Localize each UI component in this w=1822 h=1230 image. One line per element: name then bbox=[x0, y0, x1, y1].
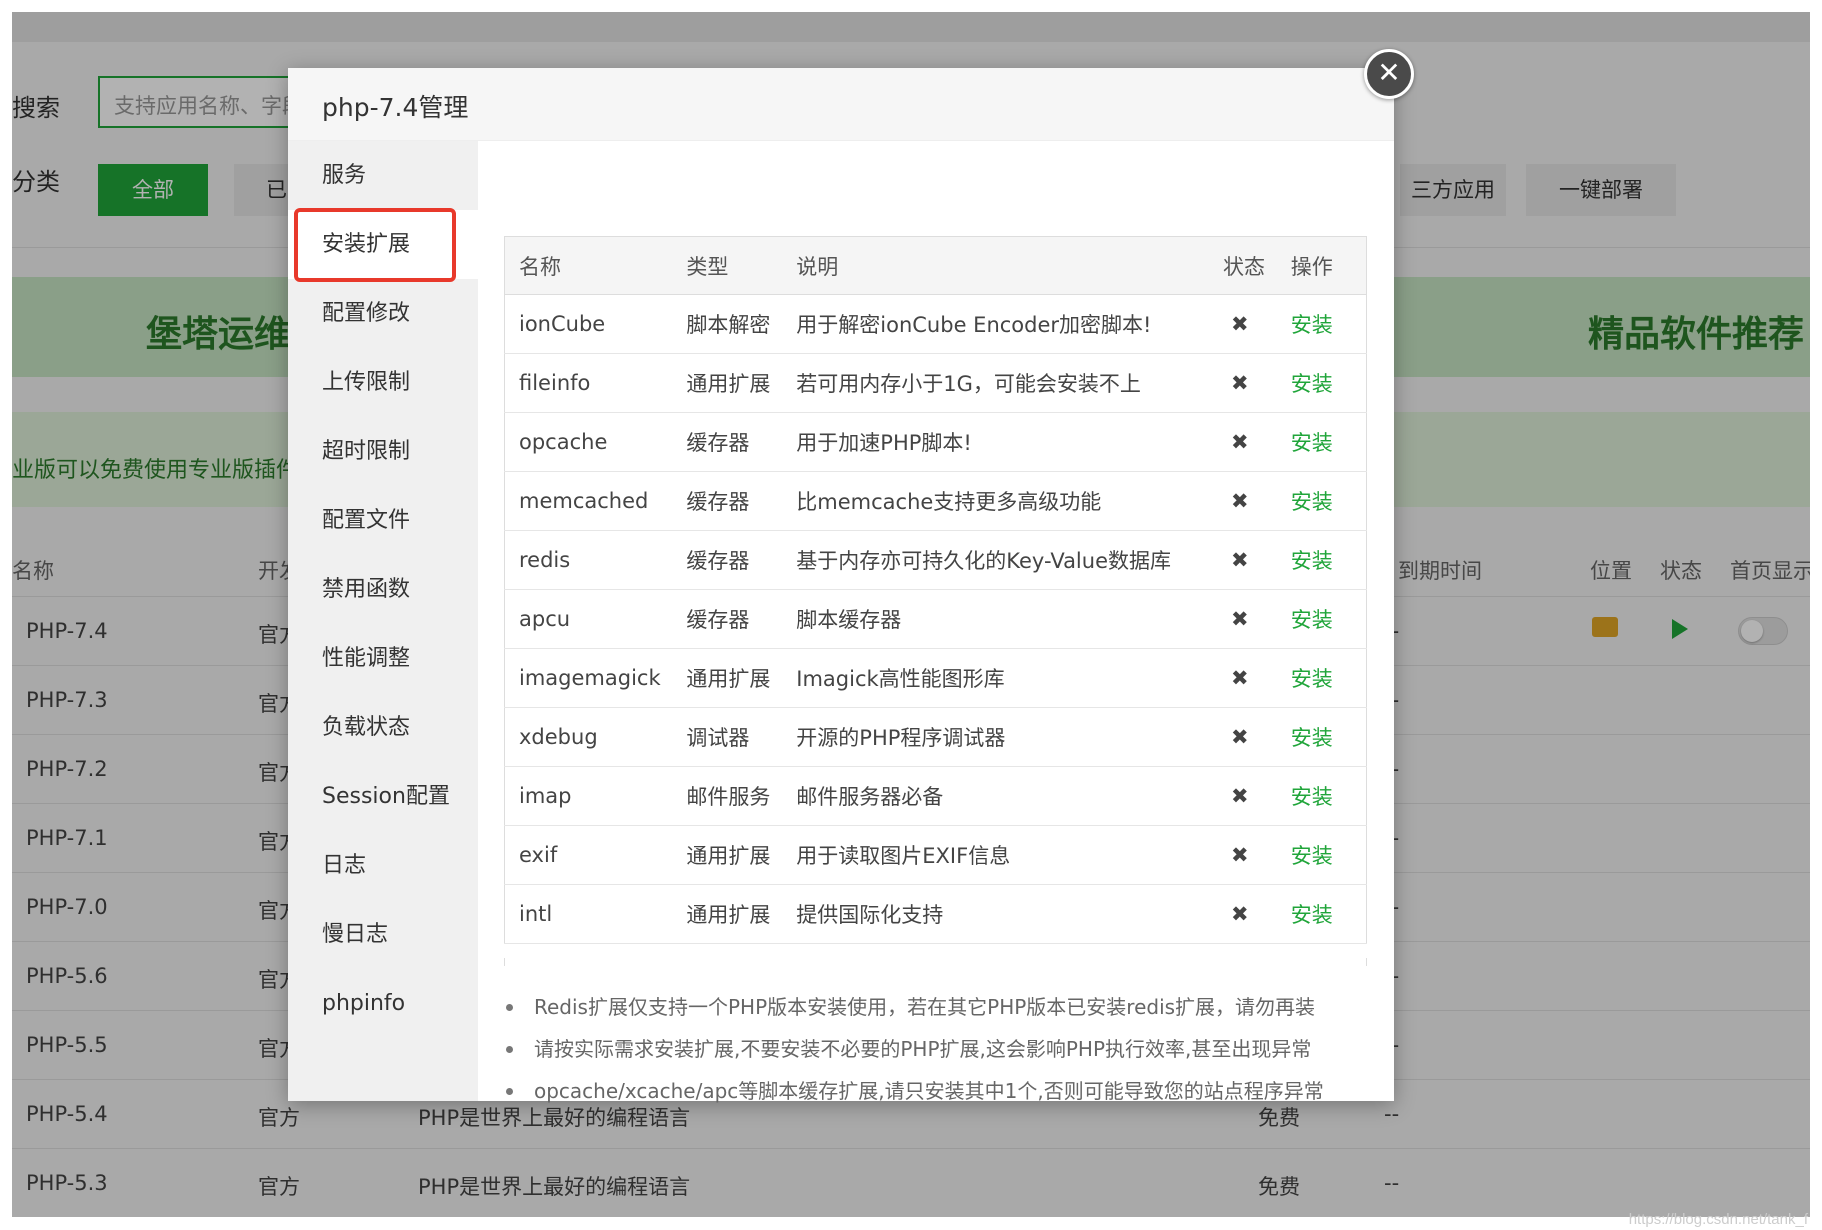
ext-name: memcached bbox=[504, 471, 673, 531]
close-icon[interactable]: ✕ bbox=[1364, 49, 1414, 99]
sidebar-item-load-status[interactable]: 负载状态 bbox=[288, 693, 478, 762]
install-button[interactable]: 安装 bbox=[1291, 785, 1333, 809]
not-installed-icon: ✖ bbox=[1208, 648, 1277, 708]
column-header-type: 类型 bbox=[672, 236, 783, 295]
ext-description: 若可用内存小于1G，可能会安装不上 bbox=[782, 353, 1209, 413]
not-installed-icon: ✖ bbox=[1208, 294, 1277, 354]
ext-name: opcache bbox=[504, 412, 673, 472]
table-row: fileinfo 通用扩展 若可用内存小于1G，可能会安装不上 ✖ 安装 bbox=[504, 353, 1367, 413]
install-button[interactable]: 安装 bbox=[1291, 490, 1333, 514]
not-installed-icon: ✖ bbox=[1208, 707, 1277, 767]
not-installed-icon: ✖ bbox=[1208, 471, 1277, 531]
ext-description: 比memcache支持更多高级功能 bbox=[782, 471, 1209, 531]
sidebar-item-service[interactable]: 服务 bbox=[288, 141, 478, 210]
ext-description: 开源的PHP程序调试器 bbox=[782, 707, 1209, 767]
modal-sidebar: 服务 安装扩展 配置修改 上传限制 超时限制 配置文件 禁用函数 性能调整 负载… bbox=[288, 141, 478, 1101]
ext-name: ionCube bbox=[504, 294, 673, 354]
sidebar-item-session-config[interactable]: Session配置 bbox=[288, 762, 478, 831]
ext-name: apcu bbox=[504, 589, 673, 649]
table-row: apcu 缓存器 脚本缓存器 ✖ 安装 bbox=[504, 589, 1367, 649]
install-button[interactable]: 安装 bbox=[1291, 844, 1333, 868]
ext-description: 用于读取图片EXIF信息 bbox=[782, 825, 1209, 885]
ext-description: 用于加速PHP脚本! bbox=[782, 412, 1209, 472]
table-row: opcache 缓存器 用于加速PHP脚本! ✖ 安装 bbox=[504, 412, 1367, 472]
table-row: ionCube 脚本解密 用于解密ionCube Encoder加密脚本! ✖ … bbox=[504, 294, 1367, 354]
ext-type: 缓存器 bbox=[672, 412, 783, 472]
ext-description: 脚本缓存器 bbox=[782, 589, 1209, 649]
install-button[interactable]: 安装 bbox=[1291, 431, 1333, 455]
ext-name: exif bbox=[504, 825, 673, 885]
table-row: xdebug 调试器 开源的PHP程序调试器 ✖ 安装 bbox=[504, 707, 1367, 767]
extensions-table: 名称 类型 说明 状态 操作 ionCube 脚本解密 用于解密ionCube … bbox=[504, 236, 1367, 944]
table-row: memcached 缓存器 比memcache支持更多高级功能 ✖ 安装 bbox=[504, 471, 1367, 531]
sidebar-item-log[interactable]: 日志 bbox=[288, 831, 478, 900]
tip-item: opcache/xcache/apc等脚本缓存扩展,请只安装其中1个,否则可能导… bbox=[504, 1070, 1374, 1112]
tips-list: Redis扩展仅支持一个PHP版本安装使用，若在其它PHP版本已安装redis扩… bbox=[504, 986, 1374, 1112]
php-manager-modal: php-7.4管理 服务 安装扩展 配置修改 上传限制 超时限制 配置文件 禁用… bbox=[288, 68, 1394, 1103]
ext-type: 脚本解密 bbox=[672, 294, 783, 354]
install-button[interactable]: 安装 bbox=[1291, 903, 1333, 927]
ext-type: 调试器 bbox=[672, 707, 783, 767]
modal-header: php-7.4管理 bbox=[288, 68, 1394, 141]
ext-name: intl bbox=[504, 884, 673, 944]
not-installed-icon: ✖ bbox=[1208, 884, 1277, 944]
tip-item: 请按实际需求安装扩展,不要安装不必要的PHP扩展,这会影响PHP执行效率,甚至出… bbox=[504, 1028, 1374, 1070]
ext-description: Imagick高性能图形库 bbox=[782, 648, 1209, 708]
install-button[interactable]: 安装 bbox=[1291, 313, 1333, 337]
ext-type: 邮件服务 bbox=[672, 766, 783, 826]
ext-type: 通用扩展 bbox=[672, 353, 783, 413]
column-header-action: 操作 bbox=[1276, 236, 1367, 295]
sidebar-item-disabled-functions[interactable]: 禁用函数 bbox=[288, 555, 478, 624]
table-row: imap 邮件服务 邮件服务器必备 ✖ 安装 bbox=[504, 766, 1367, 826]
install-button[interactable]: 安装 bbox=[1291, 549, 1333, 573]
not-installed-icon: ✖ bbox=[1208, 530, 1277, 590]
table-row: intl 通用扩展 提供国际化支持 ✖ 安装 bbox=[504, 884, 1367, 944]
table-scroll-edge[interactable] bbox=[504, 958, 1367, 966]
ext-name: imagemagick bbox=[504, 648, 673, 708]
ext-type: 通用扩展 bbox=[672, 884, 783, 944]
extensions-panel: 名称 类型 说明 状态 操作 ionCube 脚本解密 用于解密ionCube … bbox=[478, 141, 1394, 1103]
not-installed-icon: ✖ bbox=[1208, 353, 1277, 413]
ext-name: redis bbox=[504, 530, 673, 590]
ext-name: xdebug bbox=[504, 707, 673, 767]
sidebar-item-performance[interactable]: 性能调整 bbox=[288, 624, 478, 693]
ext-description: 邮件服务器必备 bbox=[782, 766, 1209, 826]
ext-description: 用于解密ionCube Encoder加密脚本! bbox=[782, 294, 1209, 354]
sidebar-item-install-extensions[interactable]: 安装扩展 bbox=[288, 210, 478, 279]
ext-name: imap bbox=[504, 766, 673, 826]
sidebar-item-phpinfo[interactable]: phpinfo bbox=[288, 969, 478, 1038]
ext-name: fileinfo bbox=[504, 353, 673, 413]
column-header-name: 名称 bbox=[504, 236, 673, 295]
install-button[interactable]: 安装 bbox=[1291, 608, 1333, 632]
sidebar-item-timeout-limit[interactable]: 超时限制 bbox=[288, 417, 478, 486]
ext-description: 提供国际化支持 bbox=[782, 884, 1209, 944]
column-header-status: 状态 bbox=[1208, 236, 1277, 295]
sidebar-item-upload-limit[interactable]: 上传限制 bbox=[288, 348, 478, 417]
column-header-description: 说明 bbox=[782, 236, 1209, 295]
install-button[interactable]: 安装 bbox=[1291, 667, 1333, 691]
ext-type: 缓存器 bbox=[672, 589, 783, 649]
sidebar-item-config-modify[interactable]: 配置修改 bbox=[288, 279, 478, 348]
not-installed-icon: ✖ bbox=[1208, 766, 1277, 826]
sidebar-item-slow-log[interactable]: 慢日志 bbox=[288, 900, 478, 969]
sidebar-item-config-file[interactable]: 配置文件 bbox=[288, 486, 478, 555]
tip-item: Redis扩展仅支持一个PHP版本安装使用，若在其它PHP版本已安装redis扩… bbox=[504, 986, 1374, 1028]
not-installed-icon: ✖ bbox=[1208, 412, 1277, 472]
ext-type: 缓存器 bbox=[672, 471, 783, 531]
ext-type: 通用扩展 bbox=[672, 825, 783, 885]
table-row: exif 通用扩展 用于读取图片EXIF信息 ✖ 安装 bbox=[504, 825, 1367, 885]
install-button[interactable]: 安装 bbox=[1291, 726, 1333, 750]
ext-type: 缓存器 bbox=[672, 530, 783, 590]
table-row: imagemagick 通用扩展 Imagick高性能图形库 ✖ 安装 bbox=[504, 648, 1367, 708]
not-installed-icon: ✖ bbox=[1208, 589, 1277, 649]
not-installed-icon: ✖ bbox=[1208, 825, 1277, 885]
ext-type: 通用扩展 bbox=[672, 648, 783, 708]
modal-title: php-7.4管理 bbox=[322, 93, 469, 122]
watermark: https://blog.csdn.net/tank_f bbox=[1628, 1211, 1808, 1228]
table-row: redis 缓存器 基于内存亦可持久化的Key-Value数据库 ✖ 安装 bbox=[504, 530, 1367, 590]
ext-description: 基于内存亦可持久化的Key-Value数据库 bbox=[782, 530, 1209, 590]
table-header-row: 名称 类型 说明 状态 操作 bbox=[504, 236, 1367, 295]
install-button[interactable]: 安装 bbox=[1291, 372, 1333, 396]
